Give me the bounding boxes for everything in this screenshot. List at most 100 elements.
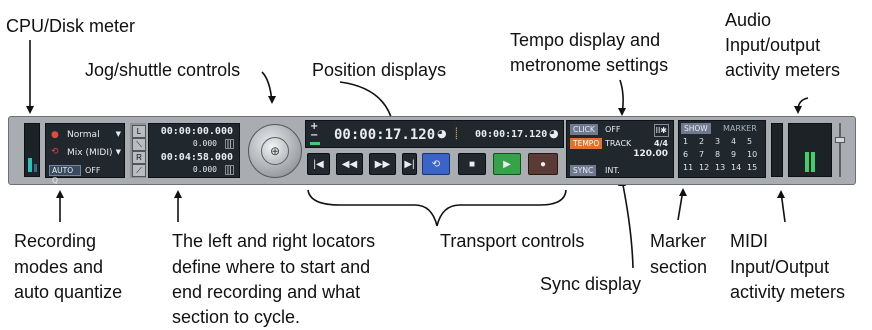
cycle-icon: ⟲ [431,158,441,170]
label-locators-3: end recording and what [172,282,361,302]
right-locator-label: R [136,153,142,162]
click-button[interactable]: CLICK [570,124,598,135]
tempo-value[interactable]: 120.00 [633,149,668,160]
label-marker-2: section [650,257,708,277]
left-locator-offset: 0.000 [192,139,217,148]
sync-button[interactable]: SYNC [570,165,597,176]
sync-label: SYNC [573,166,594,175]
clock-icon: ◕ [549,127,559,140]
midi-activity-meter [771,123,783,177]
marker-button-8[interactable]: 8 [715,150,720,159]
mix-mode-icon: ⟲ [51,147,59,157]
label-tempo-2: metronome settings [510,55,669,75]
auto-quantize-button[interactable]: AUTO Q [49,165,81,185]
show-label: SHOW [684,124,708,133]
arrow-jog [261,71,273,103]
master-volume-slider[interactable] [835,123,845,177]
marker-button-12[interactable]: 12 [699,163,709,172]
audio-output-meter-bar [811,152,815,172]
auto-quantize-value: OFF [85,166,101,175]
recording-modes-section: ● Normal ▼ ⟲ Mix (MIDI) ▼ AUTO Q OFF [45,123,125,185]
marker-label: MARKER [723,124,757,133]
label-midi-1: MIDI [730,231,768,251]
record-icon: ● [539,158,547,170]
right-locator-offset: 0.000 [192,165,217,174]
rewind-button[interactable]: ◀◀ [336,153,363,175]
locator-buttons: L ⟍ R ⟋ [130,123,146,178]
label-midi-3: activity meters [730,282,846,302]
label-marker-1: Marker [650,231,707,251]
cycle-button[interactable]: ⟲ [422,153,450,175]
fast-forward-button[interactable]: ▶▶ [369,153,396,175]
tempo-button[interactable]: TEMPO [570,138,603,149]
record-mode-dropdown[interactable]: ● Normal ▼ [49,128,123,144]
nudge-minus-icon[interactable]: − [310,130,318,141]
locator-display[interactable]: 00:00:00.000 0.000 || 00:04:58.000 0.000… [148,123,240,178]
marker-button-6[interactable]: 6 [683,150,688,159]
marker-button-13[interactable]: 13 [715,163,725,172]
stop-button[interactable]: ■ [458,153,486,175]
right-locator-drag[interactable]: ⟋ [132,164,146,177]
arrow-marker [677,189,684,221]
position-activity-bar [310,142,320,145]
marker-section: SHOW MARKER 1 2 3 4 5 6 7 8 9 10 11 12 13 14 15 [678,120,766,178]
left-locator-button[interactable]: L [132,125,146,138]
position-main-time: 00:00:17.120 [334,127,436,143]
pause-icon: || [224,165,234,175]
marker-button-7[interactable]: 7 [699,150,704,159]
track-label: TRACK [605,139,632,148]
right-locator-button[interactable]: R [132,151,146,164]
marker-button-9[interactable]: 9 [731,150,736,159]
go-to-end-button[interactable]: ▶| [402,153,417,175]
show-markers-button[interactable]: SHOW [681,123,711,134]
go-to-start-button[interactable]: |◀ [307,153,330,175]
auto-quantize-label: AUTO Q [52,166,74,185]
marker-button-2[interactable]: 2 [699,137,704,146]
clock-icon: ◕ [437,127,447,140]
record-mode-value: Normal [67,130,100,140]
play-icon: ▶ [503,158,511,170]
label-audio-meters-2: Input/output [725,35,821,55]
rewind-icon: ◀◀ [341,158,358,170]
marker-button-14[interactable]: 14 [731,163,741,172]
click-value: OFF [605,125,621,134]
tempo-sync-display: CLICK OFF II✱ TEMPO TRACK 4/4 120.00 SYN… [566,120,674,178]
right-locator-time: 00:04:58.000 [160,152,233,163]
arrow-tempo [619,79,624,115]
left-locator-label: L [136,127,142,136]
marker-grid: 1 2 3 4 5 6 7 8 9 10 11 12 13 14 15 [683,137,765,177]
arrow-transport-brace [307,189,567,227]
label-cpu-disk-meter: CPU/Disk meter [6,16,136,36]
metronome-settings-icon[interactable]: II✱ [653,124,669,137]
mix-mode-dropdown[interactable]: ⟲ Mix (MIDI) ▼ [49,146,123,162]
label-sync-display: Sync display [540,274,642,294]
slider-handle[interactable] [835,137,845,143]
time-signature-value[interactable]: 4/4 [654,138,668,149]
label-audio-meters-3: activity meters [725,60,841,80]
marker-button-1[interactable]: 1 [683,137,688,146]
position-display[interactable]: + − 00:00:17.120 ◕ ⸽ 00:00:17.120 ◕ [305,120,564,148]
chevron-down-icon: ▼ [115,130,121,138]
marker-button-5[interactable]: 5 [747,137,752,146]
marker-button-3[interactable]: 3 [715,137,720,146]
left-locator-drag[interactable]: ⟍ [132,138,146,151]
pause-icon: || [224,139,234,149]
jog-wheel[interactable]: ⊕ [261,137,289,165]
position-secondary-time: 00:00:17.120 [475,129,548,140]
fast-forward-icon: ▶▶ [374,158,391,170]
audio-input-meter-bar [805,152,809,172]
label-tempo-1: Tempo display and [510,30,661,50]
audio-activity-meter [788,123,832,177]
go-to-end-icon: ▶| [404,158,415,170]
label-locators-1: The left and right locators [172,231,376,251]
marker-button-11[interactable]: 11 [683,163,693,172]
label-audio-meters-1: Audio [725,10,772,30]
label-transport-controls: Transport controls [440,231,585,251]
marker-button-4[interactable]: 4 [731,137,736,146]
marker-button-10[interactable]: 10 [747,150,757,159]
jog-shuttle-wheel[interactable]: ⊕ [246,120,302,180]
record-mode-icon: ● [51,130,59,140]
record-button[interactable]: ● [528,153,558,175]
marker-button-15[interactable]: 15 [747,163,757,172]
play-button[interactable]: ▶ [493,153,521,175]
